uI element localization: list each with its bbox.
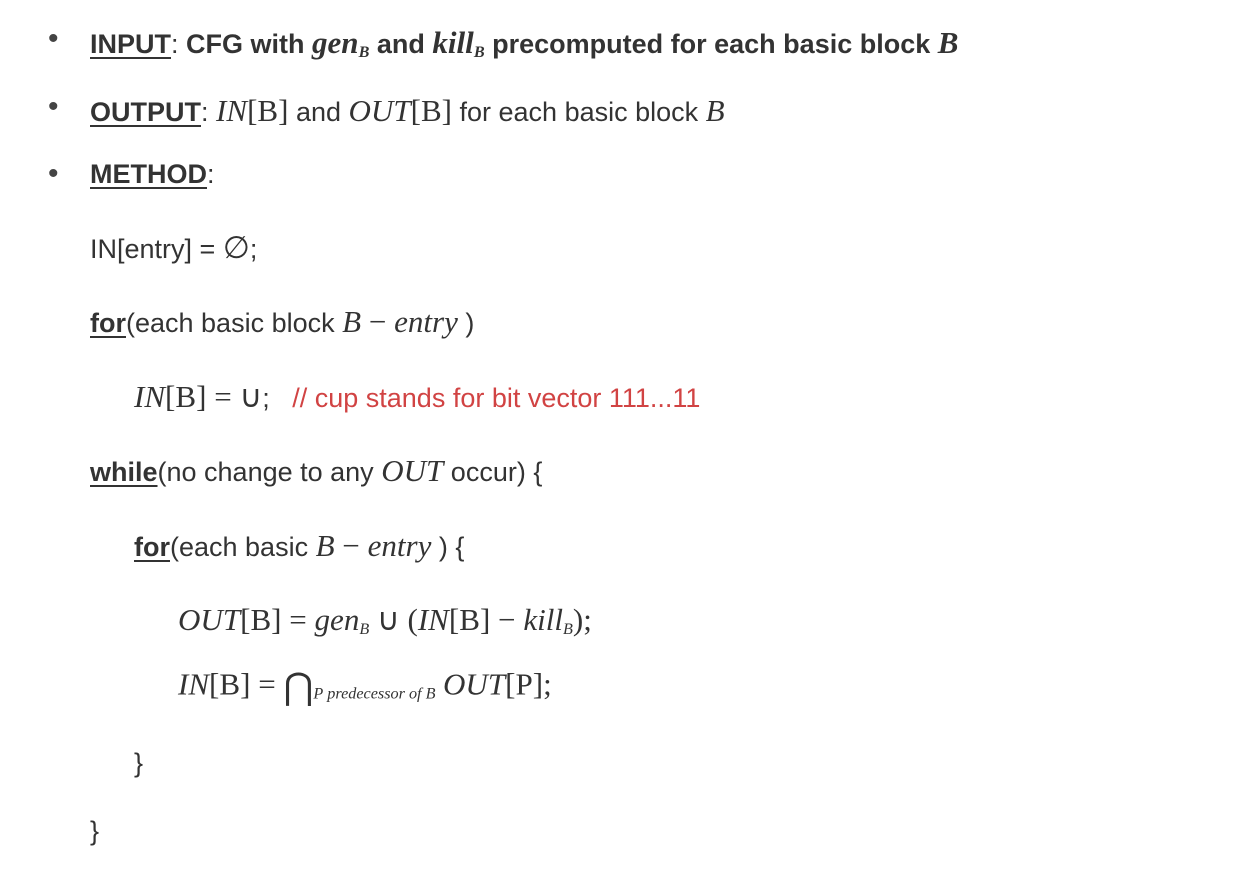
bullet-list: INPUT: CFG with genB and killB precomput…	[40, 18, 1226, 852]
text: :	[207, 159, 215, 189]
entry-symbol: entry	[394, 304, 458, 339]
comment-text: // cup stands for bit vector 111...11	[292, 383, 700, 413]
text: and	[288, 97, 348, 127]
cup-icon: ∪	[369, 602, 407, 637]
cup-icon: ∪	[239, 379, 262, 414]
big-b: B	[938, 25, 959, 60]
text: (each basic	[170, 532, 316, 562]
gen-symbol: gen	[315, 602, 360, 637]
text: )	[458, 308, 475, 338]
text: ;	[262, 383, 270, 413]
for-keyword: for	[134, 532, 170, 562]
text: [B] =	[165, 379, 239, 414]
in-symbol: IN	[178, 667, 209, 702]
text: precomputed for each basic block	[485, 29, 938, 59]
sub-b: B	[359, 620, 369, 638]
text: (each basic block	[126, 308, 342, 338]
kill-symbol: kill	[432, 25, 473, 60]
method-line-for2: for(each basic B − entry ) {	[90, 523, 1226, 570]
text: [B] =	[240, 602, 314, 637]
sub-p: P	[313, 685, 323, 703]
text: );	[573, 602, 592, 637]
method-line-for1: for(each basic block B − entry )	[90, 299, 1226, 346]
method-line-out-eq: OUT[B] = genB ∪ (IN[B] − killB);	[90, 597, 1226, 644]
for-keyword: for	[90, 308, 126, 338]
entry-symbol: entry	[368, 528, 432, 563]
out-symbol: OUT	[381, 453, 443, 488]
method-body: IN[entry] = ∅; for(each basic block B − …	[90, 225, 1226, 852]
kill-symbol: kill	[523, 602, 563, 637]
method-bullet: METHOD: IN[entry] = ∅; for(each basic bl…	[40, 153, 1226, 851]
sub-text: predecessor of B	[323, 685, 435, 703]
input-bullet: INPUT: CFG with genB and killB precomput…	[40, 18, 1226, 68]
text: ;	[543, 667, 552, 702]
b-symbol: B	[342, 304, 361, 339]
page: INPUT: CFG with genB and killB precomput…	[0, 18, 1246, 882]
gen-symbol: gen	[312, 25, 359, 60]
method-line-close-inner: }	[90, 743, 1226, 784]
sub-b: B	[359, 43, 370, 61]
input-label: INPUT	[90, 29, 171, 59]
sub-b: B	[563, 620, 573, 638]
text: CFG with	[186, 29, 312, 59]
out-symbol: OUT	[178, 602, 240, 637]
text: [B] =	[209, 667, 283, 702]
bracket-b: [B]	[247, 93, 288, 128]
out-symbol: OUT	[443, 667, 505, 702]
empty-set-icon: ∅	[223, 230, 250, 265]
text	[436, 671, 444, 701]
brace: }	[90, 816, 99, 846]
text: [B]	[449, 602, 490, 637]
method-line-in-eq: IN[B] = ⋂P predecessor of B OUT[P];	[90, 660, 1226, 715]
text: :	[171, 29, 186, 59]
in-symbol: IN	[216, 93, 247, 128]
method-label: METHOD	[90, 159, 207, 189]
in-symbol: IN	[134, 379, 165, 414]
text: [P]	[505, 667, 543, 702]
minus: −	[490, 602, 523, 637]
while-keyword: while	[90, 457, 158, 487]
text: occur) {	[443, 457, 542, 487]
big-b: B	[706, 93, 725, 128]
text: and	[369, 29, 432, 59]
bigcap-icon: ⋂	[283, 667, 313, 707]
text: (no change to any	[158, 457, 382, 487]
text: for each basic block	[452, 97, 706, 127]
method-line-close-outer: }	[90, 811, 1226, 852]
method-line-init-in: IN[B] = ∪; // cup stands for bit vector …	[90, 374, 1226, 421]
output-bullet: OUTPUT: IN[B] and OUT[B] for each basic …	[40, 86, 1226, 136]
bracket-b: [B]	[411, 93, 452, 128]
text: ;	[250, 234, 258, 264]
method-line-while: while(no change to any OUT occur) {	[90, 448, 1226, 495]
minus: −	[361, 304, 394, 339]
in-symbol: IN	[418, 602, 449, 637]
text: (	[408, 602, 418, 637]
minus: −	[335, 528, 368, 563]
method-line-init: IN[entry] = ∅;	[90, 225, 1226, 272]
out-symbol: OUT	[349, 93, 411, 128]
brace: }	[134, 748, 143, 778]
text: :	[201, 97, 216, 127]
output-label: OUTPUT	[90, 97, 201, 127]
text: ) {	[431, 532, 464, 562]
text: IN[entry] =	[90, 234, 223, 264]
sub-b: B	[474, 43, 485, 61]
b-symbol: B	[316, 528, 335, 563]
